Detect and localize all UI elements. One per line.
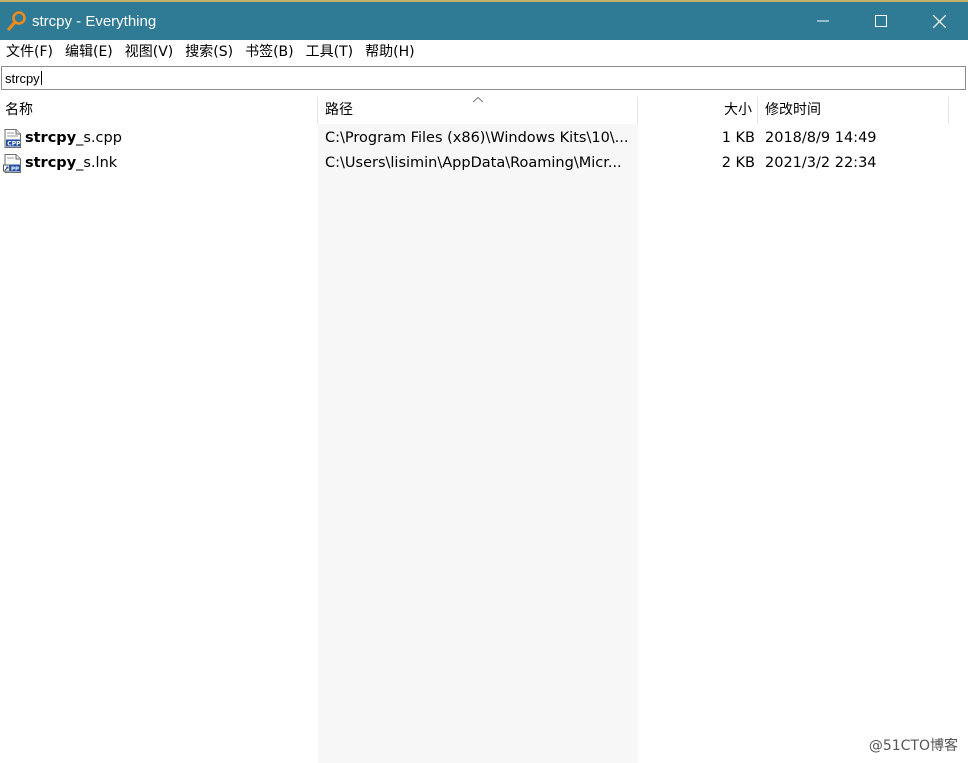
menu-search[interactable]: 搜索(S)	[179, 40, 239, 64]
menu-help[interactable]: 帮助(H)	[359, 40, 420, 64]
svg-text:PP: PP	[11, 166, 19, 172]
close-button[interactable]	[910, 2, 968, 40]
result-name-rest: _s.cpp	[76, 130, 122, 146]
column-name-header[interactable]: 名称	[0, 97, 318, 124]
watermark: @51CTO博客	[868, 738, 958, 754]
path-column-background	[318, 124, 638, 763]
table-row[interactable]: PP strcpy _s.lnk C:\Users\lisimin\AppData…	[0, 151, 968, 176]
window-title: strcpy - Everything	[32, 12, 157, 30]
column-path-label: 路径	[325, 102, 353, 118]
text-caret	[41, 71, 42, 85]
minimize-button[interactable]	[794, 2, 852, 40]
close-icon	[932, 14, 946, 28]
menu-view[interactable]: 视图(V)	[119, 40, 180, 64]
result-path: C:\Program Files (x86)\Windows Kits\10\.…	[325, 130, 629, 146]
results-list: CPP strcpy _s.cpp C:\Program Files (x86)\…	[0, 126, 968, 176]
window-controls	[794, 2, 968, 40]
search-input[interactable]	[2, 67, 965, 89]
menu-file[interactable]: 文件(F)	[0, 40, 59, 64]
magnifier-icon	[7, 11, 26, 31]
result-size: 1 KB	[721, 130, 755, 146]
result-name-match: strcpy	[25, 130, 77, 146]
result-name-match: strcpy	[25, 155, 77, 171]
minimize-icon	[817, 20, 829, 22]
maximize-button[interactable]	[852, 2, 910, 40]
result-modified: 2018/8/9 14:49	[765, 130, 877, 146]
column-modified-header[interactable]: 修改时间	[758, 97, 949, 124]
result-size: 2 KB	[721, 155, 755, 171]
column-size-header[interactable]: 大小	[638, 97, 758, 124]
shortcut-file-icon: PP	[3, 154, 21, 173]
menu-bar: 文件(F) 编辑(E) 视图(V) 搜索(S) 书签(B) 工具(T) 帮助(H…	[0, 40, 968, 64]
title-bar[interactable]: strcpy - Everything	[0, 0, 968, 40]
sort-ascending-icon	[472, 96, 484, 103]
svg-text:CPP: CPP	[7, 140, 21, 147]
column-size-label: 大小	[724, 102, 752, 118]
result-name: PP strcpy _s.lnk	[3, 151, 315, 176]
search-box[interactable]	[1, 66, 966, 90]
maximize-icon	[875, 15, 887, 27]
menu-tools[interactable]: 工具(T)	[300, 40, 359, 64]
result-modified: 2021/3/2 22:34	[765, 155, 877, 171]
column-name-label: 名称	[5, 102, 33, 118]
result-name: CPP strcpy _s.cpp	[3, 126, 315, 151]
menu-bookmarks[interactable]: 书签(B)	[239, 40, 300, 64]
table-row[interactable]: CPP strcpy _s.cpp C:\Program Files (x86)\…	[0, 126, 968, 151]
column-header: 名称 路径 大小 修改时间	[0, 96, 968, 124]
column-modified-label: 修改时间	[765, 102, 821, 118]
cpp-file-icon: CPP	[4, 129, 21, 148]
menu-edit[interactable]: 编辑(E)	[59, 40, 119, 64]
result-name-rest: _s.lnk	[76, 155, 118, 171]
result-path: C:\Users\lisimin\AppData\Roaming\Micr...	[325, 155, 622, 171]
